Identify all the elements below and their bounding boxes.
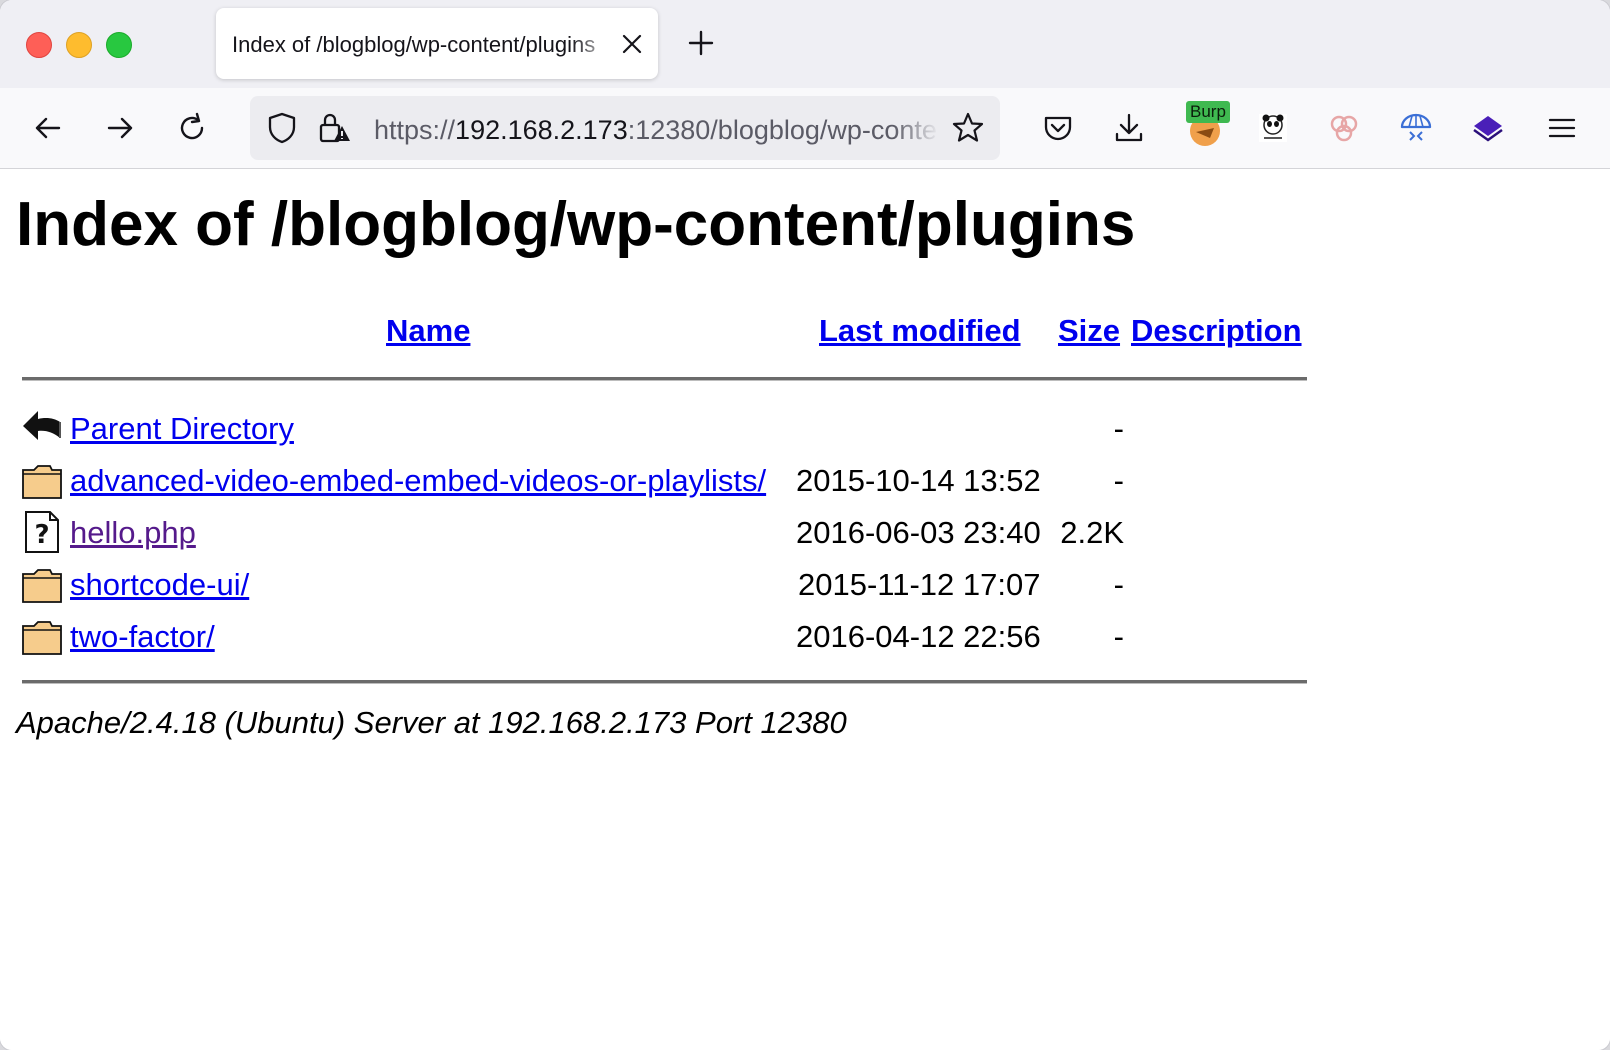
row-modified: 2016-06-03 23:40 [796, 515, 1041, 550]
column-header-size[interactable]: Size [1058, 313, 1120, 349]
table-row: two-factor/ 2016-04-12 22:56 - [0, 610, 1400, 660]
column-header-last-modified[interactable]: Last modified [819, 313, 1021, 349]
row-link[interactable]: shortcode-ui/ [70, 567, 249, 603]
row-size: - [1113, 463, 1124, 498]
pocket-icon[interactable] [1040, 110, 1076, 146]
tab-bar: Index of /blogblog/wp-content/plugins [0, 0, 1610, 88]
row-modified: 2015-10-14 13:52 [796, 463, 1041, 498]
url-bar[interactable]: https://192.168.2.173:12380/blogblog/wp-… [250, 96, 1000, 160]
row-size: - [1113, 619, 1124, 654]
browser-window: Index of /blogblog/wp-content/plugins ht… [0, 0, 1610, 1050]
nav-toolbar: https://192.168.2.173:12380/blogblog/wp-… [0, 88, 1610, 169]
minimize-window-button[interactable] [66, 32, 92, 58]
row-link[interactable]: two-factor/ [70, 619, 215, 655]
server-signature: Apache/2.4.18 (Ubuntu) Server at 192.168… [16, 705, 847, 740]
layers-extension-icon[interactable] [1470, 110, 1506, 146]
table-row: shortcode-ui/ 2015-11-12 17:07 - [0, 558, 1400, 608]
table-row: ? hello.php 2016-06-03 23:40 2.2K [0, 506, 1400, 556]
close-icon[interactable] [618, 30, 646, 58]
row-link[interactable]: hello.php [70, 515, 196, 551]
back-arrow-icon [23, 411, 61, 440]
folder-icon [22, 621, 62, 655]
circles-extension-icon[interactable] [1326, 110, 1362, 146]
folder-icon [22, 569, 62, 603]
menu-icon[interactable] [1544, 110, 1580, 146]
top-divider [22, 377, 1307, 381]
table-row: advanced-video-embed-embed-videos-or-pla… [0, 454, 1400, 504]
close-window-button[interactable] [26, 32, 52, 58]
umbrella-extension-icon[interactable] [1398, 110, 1434, 146]
column-header-name[interactable]: Name [386, 313, 470, 349]
row-size: - [1113, 567, 1124, 602]
plus-icon[interactable] [686, 28, 716, 58]
row-size: 2.2K [1060, 515, 1124, 550]
url-scheme: https:// [374, 115, 456, 145]
shield-icon[interactable] [264, 110, 300, 146]
row-link[interactable]: advanced-video-embed-embed-videos-or-pla… [70, 463, 766, 499]
download-icon[interactable] [1111, 110, 1147, 146]
forward-icon[interactable] [102, 110, 138, 146]
insecure-lock-icon[interactable] [316, 110, 352, 146]
row-size: - [1113, 411, 1124, 446]
page-title: Index of /blogblog/wp-content/plugins [16, 190, 1136, 259]
folder-icon [22, 465, 62, 499]
page-content: Index of /blogblog/wp-content/plugins Na… [0, 169, 1610, 1050]
panda-extension-icon[interactable] [1255, 110, 1291, 146]
row-modified: 2015-11-12 17:07 [798, 567, 1041, 602]
tab-active[interactable]: Index of /blogblog/wp-content/plugins [216, 8, 658, 79]
svg-text:?: ? [34, 520, 49, 550]
url-path: :12380/blogblog/wp-content/plugins/ [627, 115, 939, 145]
burp-badge: Burp [1186, 101, 1230, 123]
unknown-file-icon: ? [25, 511, 59, 553]
table-row: Parent Directory - [0, 402, 1400, 452]
back-icon[interactable] [30, 110, 66, 146]
column-header-description[interactable]: Description [1131, 313, 1302, 349]
row-modified: 2016-04-12 22:56 [796, 619, 1041, 654]
zoom-window-button[interactable] [106, 32, 132, 58]
reload-icon[interactable] [174, 110, 210, 146]
tab-title: Index of /blogblog/wp-content/plugins [232, 32, 596, 57]
url-text[interactable]: https://192.168.2.173:12380/blogblog/wp-… [374, 115, 939, 146]
url-host: 192.168.2.173 [455, 115, 628, 145]
bottom-divider [22, 680, 1307, 684]
row-link[interactable]: Parent Directory [70, 411, 294, 447]
star-icon[interactable] [950, 110, 986, 146]
